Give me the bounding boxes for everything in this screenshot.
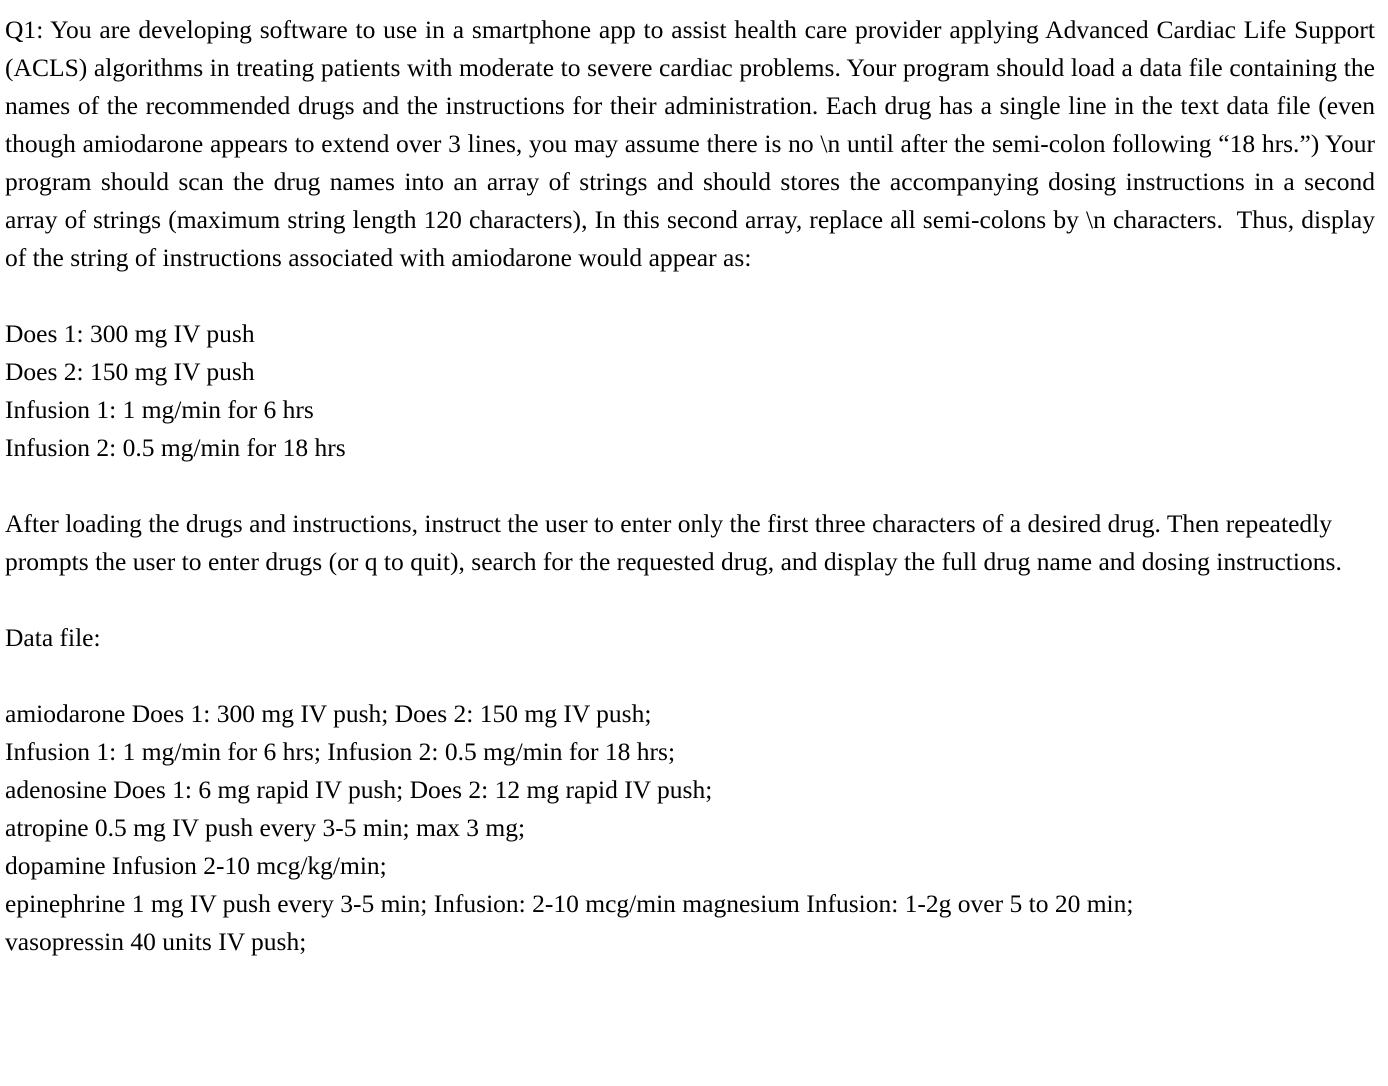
data-file-line: Infusion 1: 1 mg/min for 6 hrs; Infusion… bbox=[5, 737, 676, 766]
data-file-line: adenosine Does 1: 6 mg rapid IV push; Do… bbox=[5, 775, 713, 804]
paragraph-spacer-1 bbox=[5, 277, 1375, 315]
sample-output-line: Infusion 2: 0.5 mg/min for 18 hrs bbox=[5, 433, 346, 462]
data-file-line: epinephrine 1 mg IV push every 3-5 min; … bbox=[5, 889, 1134, 918]
data-file-line: dopamine Infusion 2-10 mcg/kg/min; bbox=[5, 851, 387, 880]
data-file-label: Data file: bbox=[5, 623, 101, 652]
data-file-line: atropine 0.5 mg IV push every 3-5 min; m… bbox=[5, 813, 526, 842]
data-file-line: vasopressin 40 units IV push; bbox=[5, 927, 307, 956]
sample-output-line: Does 1: 300 mg IV push bbox=[5, 319, 255, 348]
paragraph-spacer-2 bbox=[5, 467, 1375, 505]
sample-output-line: Does 2: 150 mg IV push bbox=[5, 357, 255, 386]
sample-output-line: Infusion 1: 1 mg/min for 6 hrs bbox=[5, 395, 314, 424]
paragraph-spacer-4 bbox=[5, 657, 1375, 695]
data-file-heading: Data file: bbox=[5, 619, 1375, 657]
instructions-paragraph: After loading the drugs and instructions… bbox=[5, 509, 1342, 576]
data-file-block: amiodarone Does 1: 300 mg IV push; Does … bbox=[5, 695, 1375, 961]
sample-output-block: Does 1: 300 mg IV push Does 2: 150 mg IV… bbox=[5, 315, 1375, 467]
document-page: Q1: You are developing software to use i… bbox=[0, 0, 1388, 1086]
data-file-line: amiodarone Does 1: 300 mg IV push; Does … bbox=[5, 699, 652, 728]
paragraph-spacer-3 bbox=[5, 581, 1375, 619]
intro-paragraph: Q1: You are developing software to use i… bbox=[5, 15, 1382, 272]
